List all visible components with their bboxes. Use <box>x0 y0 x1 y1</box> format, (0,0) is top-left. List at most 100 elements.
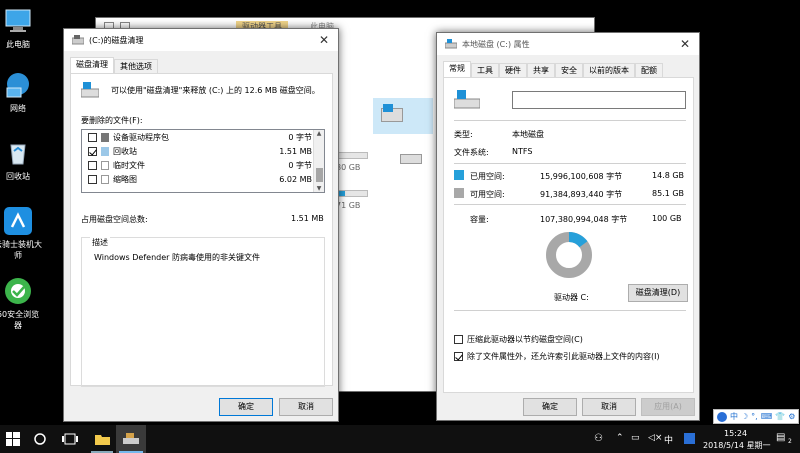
desktop-icon-360-browser[interactable]: 60安全浏览器 <box>0 276 42 331</box>
ime-lang[interactable]: 中 <box>730 411 738 422</box>
disk-cleanup-dialog[interactable]: (C:)的磁盘清理 ✕ 磁盘清理 其他选项 可以使用"磁盘清理"来释放 (C:)… <box>63 28 339 422</box>
drive-icon <box>400 154 422 164</box>
desktop-icon-label: 此电脑 <box>6 40 30 49</box>
capacity-gb: 100 GB <box>652 214 682 223</box>
cleanup-panel: 可以使用"磁盘清理"来释放 (C:) 上的 12.6 MB 磁盘空间。 要删除的… <box>70 73 333 387</box>
list-item[interactable]: 缩略图 6.02 MB <box>82 173 312 186</box>
ok-button[interactable]: 确定 <box>219 398 273 416</box>
moon-icon[interactable]: ☽ <box>741 412 748 421</box>
settings-icon[interactable]: ⚙ <box>788 412 795 421</box>
index-label: 除了文件属性外，还允许索引此驱动器上文件的内容(I) <box>467 352 660 361</box>
compress-checkbox[interactable] <box>454 335 463 344</box>
list-item[interactable]: 回收站 1.51 MB <box>82 145 312 158</box>
close-icon[interactable]: ✕ <box>310 33 338 47</box>
cancel-button[interactable]: 取消 <box>582 398 636 416</box>
dialog-title: 本地磁盘 (C:) 属性 <box>462 39 530 49</box>
file-checkbox[interactable] <box>88 175 97 184</box>
clock-time[interactable]: 15:24 <box>724 429 747 438</box>
list-scrollbar[interactable]: ▲ ▼ <box>313 130 324 192</box>
drive-tile-d[interactable] <box>396 148 430 168</box>
tab-security[interactable]: 安全 <box>555 63 583 77</box>
type-value: 本地磁盘 <box>512 130 544 139</box>
tab-previous-versions[interactable]: 以前的版本 <box>583 63 635 77</box>
people-icon[interactable]: ⚇ <box>594 433 603 444</box>
description-group: 描述 Windows Defender 防病毒使用的非关键文件 <box>81 237 325 387</box>
apply-button[interactable]: 应用(A) <box>641 398 695 416</box>
volume-name-input[interactable] <box>512 91 686 109</box>
free-bytes: 91,384,893,440 字节 <box>540 190 623 199</box>
notification-icon[interactable]: ▤ <box>776 432 785 443</box>
desktop-icon-network[interactable]: 网络 <box>0 70 42 114</box>
recycle-bin-icon <box>10 144 26 165</box>
yunqishi-icon <box>4 207 32 235</box>
clock-date[interactable]: 2018/5/14 星期一 <box>703 440 771 451</box>
network-tray-icon[interactable]: ▭ <box>631 433 640 443</box>
scroll-down-icon[interactable]: ▼ <box>314 185 324 192</box>
tab-sharing[interactable]: 共享 <box>527 63 555 77</box>
file-checkbox[interactable] <box>88 147 97 156</box>
skin-icon[interactable]: 👕 <box>775 412 785 421</box>
file-checkbox[interactable] <box>88 133 97 142</box>
file-name: 回收站 <box>113 147 137 156</box>
start-windows-icon[interactable] <box>6 432 20 446</box>
divider <box>454 204 686 205</box>
drive-large-icon <box>454 90 480 109</box>
list-item[interactable]: 设备驱动程序包 0 字节 <box>82 131 312 144</box>
tab-more-options[interactable]: 其他选项 <box>114 59 158 73</box>
desktop-icon-this-pc[interactable]: 此电脑 <box>0 6 42 50</box>
windows-logo-icon <box>383 104 393 112</box>
fs-value: NTFS <box>512 147 533 156</box>
description-text: Windows Defender 防病毒使用的非关键文件 <box>94 253 260 262</box>
cortana-icon[interactable] <box>33 432 47 446</box>
ok-button[interactable]: 确定 <box>523 398 577 416</box>
file-name: 临时文件 <box>113 161 145 170</box>
task-view-icon[interactable] <box>62 433 78 445</box>
used-gb: 14.8 GB <box>652 171 685 180</box>
taskbar-explorer-button[interactable] <box>88 425 116 453</box>
divider <box>454 310 686 311</box>
volume-icon[interactable]: ◁× <box>648 433 662 443</box>
file-size: 1.51 MB <box>279 147 312 156</box>
file-checkbox[interactable] <box>88 161 97 170</box>
taskbar-cleanup-button[interactable] <box>116 425 146 453</box>
free-space-swatch <box>454 188 464 198</box>
compress-option[interactable]: 压缩此驱动器以节约磁盘空间(C) <box>454 333 583 346</box>
tab-general[interactable]: 常规 <box>443 61 471 77</box>
cancel-button[interactable]: 取消 <box>279 398 333 416</box>
desktop-icon-yunqishi[interactable]: 云骑士装机大师 <box>0 206 42 261</box>
notification-count: 2 <box>788 438 792 445</box>
close-icon[interactable]: ✕ <box>671 37 699 51</box>
type-label: 类型: <box>454 130 473 139</box>
chevron-up-icon[interactable]: ⌃ <box>616 433 624 443</box>
tab-tools[interactable]: 工具 <box>471 63 499 77</box>
ime-toolbar[interactable]: 中 ☽ °, ⌨ 👕 ⚙ <box>713 409 799 424</box>
ime-logo-icon[interactable] <box>717 411 727 422</box>
files-list[interactable]: 设备驱动程序包 0 字节 回收站 1.51 MB 临时文件 0 字节 缩略图 6… <box>81 129 325 193</box>
file-size: 6.02 MB <box>279 175 312 184</box>
index-option[interactable]: 除了文件属性外，还允许索引此驱动器上文件的内容(I) <box>454 350 660 363</box>
tab-quota[interactable]: 配额 <box>635 63 663 77</box>
disk-cleanup-app-icon <box>72 35 84 45</box>
tab-hardware[interactable]: 硬件 <box>499 63 527 77</box>
capacity-bytes: 107,380,994,048 字节 <box>540 215 628 224</box>
index-checkbox[interactable] <box>454 352 463 361</box>
scroll-up-icon[interactable]: ▲ <box>314 130 324 137</box>
keyboard-icon[interactable]: ⌨ <box>761 412 773 421</box>
total-label: 占用磁盘空间总数: <box>81 215 148 224</box>
drive-cleanup-icon <box>81 82 99 98</box>
scroll-thumb[interactable] <box>316 168 323 182</box>
desktop-icon-recycle-bin[interactable]: 回收站 <box>0 138 42 182</box>
tab-disk-cleanup[interactable]: 磁盘清理 <box>70 57 114 73</box>
disk-cleanup-button[interactable]: 磁盘清理(D) <box>628 284 688 302</box>
list-item[interactable]: 临时文件 0 字节 <box>82 159 312 172</box>
ime-tray-icon[interactable] <box>684 433 695 444</box>
tray-lang[interactable]: 中 <box>664 433 673 446</box>
free-gb: 85.1 GB <box>652 189 685 198</box>
free-label: 可用空间: <box>470 190 505 199</box>
drive-bar-1 <box>336 152 368 159</box>
file-size: 0 字节 <box>288 133 312 142</box>
properties-dialog[interactable]: 本地磁盘 (C:) 属性 ✕ 常规 工具 硬件 共享 安全 以前的版本 配额 类… <box>436 32 700 421</box>
punctuation-icon[interactable]: °, <box>751 412 758 421</box>
drive-tile-c[interactable] <box>373 98 433 134</box>
description-label: 描述 <box>90 237 110 248</box>
